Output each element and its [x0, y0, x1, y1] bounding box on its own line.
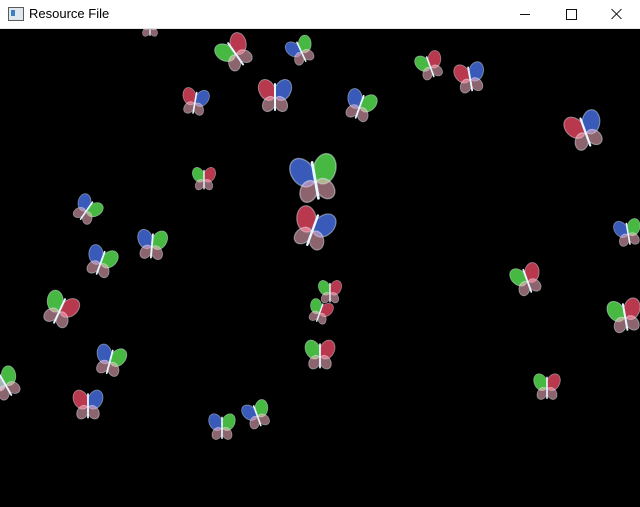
maximize-button[interactable] — [548, 0, 594, 28]
butterfly-icon — [453, 61, 485, 94]
butterfly-icon — [289, 152, 337, 204]
window-title: Resource File — [29, 6, 110, 21]
butterfly-icon — [257, 78, 293, 113]
butterfly-icon — [137, 228, 169, 261]
butterfly-icon — [0, 365, 21, 401]
close-icon — [611, 8, 623, 20]
butterfly-icon — [293, 205, 337, 251]
scene-canvas — [0, 29, 640, 440]
close-button[interactable] — [594, 0, 640, 28]
minimize-icon — [520, 13, 530, 15]
butterfly-icon — [96, 343, 128, 377]
butterfly-icon — [563, 109, 603, 151]
butterfly-icon — [241, 399, 270, 430]
maximize-icon — [565, 8, 577, 20]
butterfly-icon — [214, 32, 253, 72]
title-bar[interactable]: Resource File — [0, 0, 640, 29]
butterfly-scene — [0, 29, 640, 507]
butterfly-icon — [43, 289, 81, 329]
butterfly-icon — [345, 88, 378, 123]
butterfly-icon — [139, 29, 161, 37]
butterfly-icon — [192, 167, 216, 191]
butterfly-icon — [606, 297, 640, 334]
butterfly-icon — [208, 413, 236, 440]
butterfly-icon — [304, 339, 336, 370]
butterfly-icon — [72, 193, 104, 225]
app-window: Resource File — [0, 0, 640, 507]
butterfly-icon — [86, 244, 119, 279]
butterfly-icon — [72, 389, 104, 420]
butterfly-icon — [182, 87, 210, 116]
minimize-button[interactable] — [502, 0, 548, 28]
butterfly-icon — [533, 373, 561, 400]
butterfly-icon — [613, 218, 640, 247]
app-icon — [8, 7, 24, 21]
butterfly-icon — [414, 50, 443, 81]
butterfly-icon — [284, 34, 315, 66]
butterfly-icon — [509, 262, 542, 297]
